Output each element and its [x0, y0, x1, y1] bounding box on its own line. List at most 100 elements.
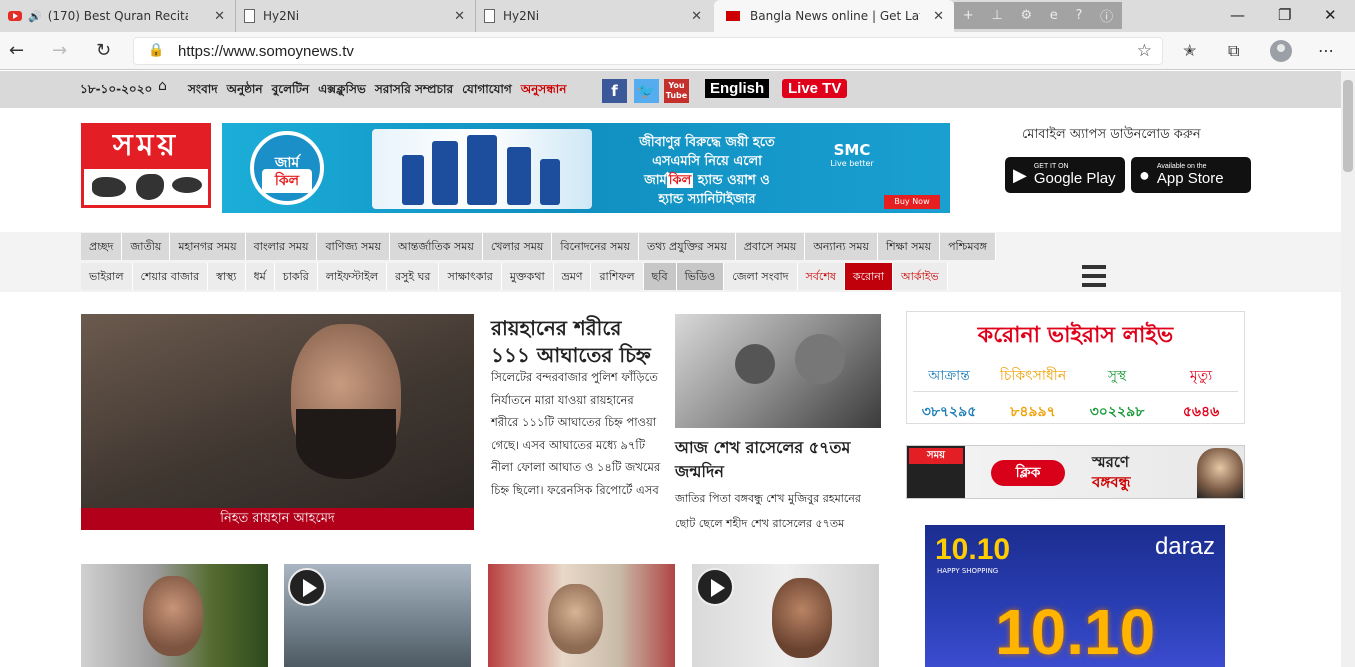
memorial-name: বঙ্গবন্ধু — [1092, 473, 1131, 491]
thumbnail-video[interactable] — [284, 564, 471, 667]
thumbnail-story[interactable] — [488, 564, 675, 667]
tab-strip: 🔊 (170) Best Quran Recitation ✕ Hy2Ni ✕ … — [0, 0, 1355, 32]
daraz-ad[interactable]: 10.10 HAPPY SHOPPING daraz 10.10 — [925, 525, 1225, 667]
play-icon[interactable] — [288, 568, 326, 606]
click-button[interactable]: ক্লিক — [991, 460, 1065, 486]
nav-item[interactable]: সাক্ষাৎকার — [439, 263, 502, 290]
nav-item[interactable]: জেলা সংবাদ — [724, 263, 798, 290]
help-icon[interactable]: ? — [1075, 8, 1082, 23]
daraz-logo: daraz — [1154, 533, 1215, 560]
nav-item[interactable]: শেয়ার বাজার — [132, 263, 209, 290]
nav-item[interactable]: আন্তর্জাতিক সময় — [390, 233, 483, 260]
nav-item[interactable]: বাংলার সময় — [246, 233, 318, 260]
nav-item[interactable]: তথ্য প্রযুক্তির সময় — [639, 233, 736, 260]
tab-title: Hy2Ni — [503, 9, 540, 23]
scrollbar-thumb[interactable] — [1343, 80, 1353, 172]
nav-item[interactable]: রাশিফল — [591, 263, 644, 290]
favorites-list-icon[interactable]: ✭ — [1183, 41, 1196, 60]
nav-item-photo[interactable]: ছবি — [643, 263, 677, 290]
nav-item[interactable]: পশ্চিমবঙ্গ — [940, 233, 996, 260]
top-link[interactable]: বুলেটিন — [272, 81, 310, 101]
top-link-investigation[interactable]: অনুসন্ধান — [521, 81, 567, 101]
twitter-icon[interactable]: 🐦 — [634, 79, 659, 103]
buy-now-button[interactable]: Buy Now — [884, 195, 940, 209]
close-icon[interactable]: ✕ — [691, 9, 702, 24]
nav-item[interactable]: লাইফস্টাইল — [317, 263, 388, 290]
forward-arrow-icon[interactable]: → — [52, 40, 67, 61]
info-icon[interactable]: ⓘ — [1100, 6, 1113, 25]
address-bar-row: ← → ↻ 🔒 https://www.somoynews.tv ☆ ✭ ⧉ ⋯ — [0, 32, 1355, 70]
nav-item-archive[interactable]: আর্কাইভ — [893, 263, 948, 290]
home-icon[interactable]: ⌂ — [158, 78, 167, 94]
germkill-ad-banner[interactable]: জার্ম কিল জীবাণুর বিরুদ্ধে জয়ী হতে এসএম… — [222, 123, 950, 213]
lead-story-image[interactable]: নিহত রায়হান আহমেদ — [81, 314, 474, 530]
thumbnail-story[interactable] — [81, 564, 268, 667]
nav-item[interactable]: জাতীয় — [122, 233, 171, 260]
story2-headline[interactable]: আজ শেখ রাসেলের ৫৭তম জন্মদিন — [675, 436, 881, 484]
window-close-button[interactable]: ✕ — [1324, 6, 1337, 24]
nav-item[interactable]: খেলার সময় — [483, 233, 553, 260]
close-icon[interactable]: ✕ — [214, 9, 225, 24]
nav-item[interactable]: ভ্রমণ — [553, 263, 592, 290]
corona-live-widget[interactable]: করোনা ভাইরাস লাইভ আক্রান্ত চিকিৎসাধীন সু… — [906, 311, 1245, 424]
nav-item-corona[interactable]: করোনা — [844, 263, 894, 290]
gear-icon[interactable]: ⚙ — [1020, 8, 1032, 23]
play-icon[interactable] — [696, 568, 734, 606]
nav-item[interactable]: মুক্তকথা — [501, 263, 554, 290]
nav-item[interactable]: প্রবাসে সময় — [736, 233, 806, 260]
nav-item-latest[interactable]: সর্বশেষ — [797, 263, 845, 290]
tab-title: Bangla News online | Get Latest — [750, 9, 920, 23]
nav-item[interactable]: অন্যান্য সময় — [805, 233, 878, 260]
close-icon[interactable]: ✕ — [454, 9, 465, 24]
url-text[interactable]: https://www.somoynews.tv — [178, 43, 354, 60]
lock-icon[interactable]: 🔒 — [148, 43, 164, 58]
nav-item[interactable]: রসুই ঘর — [387, 263, 440, 290]
restore-button[interactable]: ❐ — [1278, 6, 1291, 24]
lead-story-headline[interactable]: রায়হানের শরীরে ১১১ আঘাতের চিহ্ন — [491, 315, 661, 369]
story2-image[interactable] — [675, 314, 881, 428]
facebook-icon[interactable]: f — [602, 79, 627, 103]
address-input[interactable]: 🔒 https://www.somoynews.tv ☆ — [133, 37, 1163, 65]
youtube-channel-icon[interactable]: You Tube — [664, 79, 689, 103]
nav-item[interactable]: বাণিজ্য সময় — [317, 233, 390, 260]
collections-icon[interactable]: ⧉ — [1228, 41, 1239, 61]
hamburger-menu-icon[interactable] — [1082, 265, 1106, 291]
bangabandhu-banner[interactable]: সময় ক্লিক স্মরণে বঙ্গবন্ধু — [906, 445, 1245, 499]
tab-hy2ni-1[interactable]: Hy2Ni ✕ — [236, 0, 476, 32]
site-logo[interactable]: সময় — [81, 123, 211, 208]
app-store-button[interactable]: ● Available on the App Store — [1131, 157, 1251, 193]
top-link[interactable]: এক্সক্লুসিভ — [318, 81, 366, 101]
favorite-star-icon[interactable]: ☆ — [1137, 41, 1152, 61]
thumbnail-video[interactable] — [692, 564, 879, 667]
top-link[interactable]: সংবাদ — [188, 81, 218, 101]
top-link[interactable]: অনুষ্ঠান — [227, 81, 263, 101]
nav-item-video[interactable]: ভিডিও — [676, 263, 725, 290]
back-arrow-icon[interactable]: ← — [9, 40, 24, 61]
nav-item[interactable]: ভাইরাল — [81, 263, 133, 290]
live-tv-button[interactable]: Live TV — [782, 79, 848, 98]
more-menu-icon[interactable]: ⋯ — [1318, 41, 1334, 60]
nav-item[interactable]: মহানগর সময় — [170, 233, 246, 260]
tab-somoy-news[interactable]: Bangla News online | Get Latest ✕ — [714, 0, 954, 32]
pin-icon[interactable]: ⊥ — [991, 8, 1002, 23]
top-link[interactable]: যোগাযোগ — [462, 81, 512, 101]
nav-item[interactable]: বিনোদনের সময় — [552, 233, 639, 260]
google-play-button[interactable]: ▶ GET IT ON Google Play — [1005, 157, 1125, 193]
ie-icon[interactable]: e — [1050, 8, 1058, 23]
top-link[interactable]: সরাসরি সম্প্রচার — [375, 81, 453, 101]
close-icon[interactable]: ✕ — [933, 9, 944, 24]
new-tab-icon[interactable]: + — [963, 8, 974, 23]
reload-icon[interactable]: ↻ — [96, 40, 111, 61]
tab-hy2ni-2[interactable]: Hy2Ni ✕ — [476, 0, 712, 32]
english-button[interactable]: English — [705, 79, 770, 98]
nav-item[interactable]: স্বাস্থ্য — [208, 263, 246, 290]
minimize-button[interactable]: — — [1230, 6, 1245, 24]
speaker-icon[interactable]: 🔊 — [28, 10, 42, 23]
nav-item[interactable]: চাকরি — [274, 263, 318, 290]
nav-item[interactable]: ধর্ম — [245, 263, 275, 290]
nav-item[interactable]: শিক্ষা সময় — [878, 233, 941, 260]
profile-avatar[interactable] — [1270, 40, 1292, 62]
tab-youtube[interactable]: 🔊 (170) Best Quran Recitation ✕ — [0, 0, 236, 32]
nav-item[interactable]: প্রচ্ছদ — [81, 233, 123, 260]
apple-icon: ● — [1139, 164, 1150, 185]
